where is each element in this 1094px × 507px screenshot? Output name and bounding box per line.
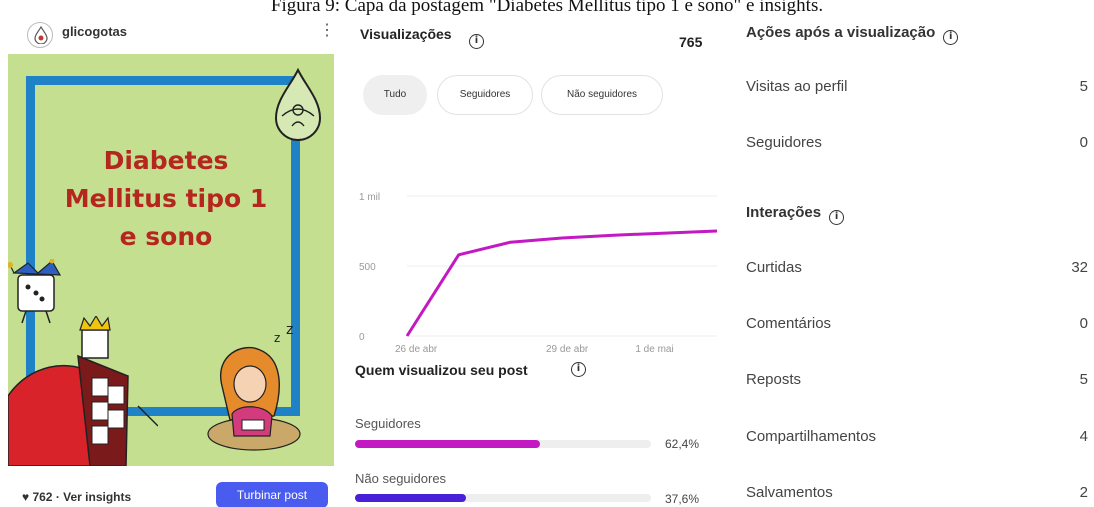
post-cover-image[interactable]: Diabetes Mellitus tipo 1 e sono z z <box>8 54 334 466</box>
followers-bar-label: Seguidores <box>355 416 421 431</box>
drop-logo-icon <box>34 26 48 44</box>
comments-label: Comentários <box>746 315 832 332</box>
cover-title-line: e sono <box>119 222 213 251</box>
avatar[interactable] <box>27 22 53 48</box>
post-footer: ♥ 762 · Ver insights Turbinar post <box>0 468 340 507</box>
new-followers-value: 0 <box>1079 134 1088 151</box>
non-followers-bar-label: Não seguidores <box>355 471 447 486</box>
likes-value: 32 <box>1071 259 1088 276</box>
filter-all-chip[interactable]: Tudo <box>363 75 427 115</box>
comments-value: 0 <box>1079 315 1088 332</box>
profile-visits-value: 5 <box>1079 78 1088 95</box>
x-tick-label: 26 de abr <box>395 344 438 355</box>
saves-label: Salvamentos <box>746 484 833 501</box>
y-tick-label: 1 mil <box>359 192 380 203</box>
non-followers-bar-track <box>355 494 651 502</box>
cover-title-line: Mellitus tipo 1 <box>64 184 268 213</box>
interactions-section-title: Interações <box>746 204 822 221</box>
followers-bar-fill <box>355 440 540 448</box>
followers-bar-track <box>355 440 651 448</box>
who-viewed-title: Quem visualizou seu post <box>355 362 528 378</box>
post-header: glicogotas ⋮ <box>0 16 340 54</box>
glicogotas-logo-icon <box>274 68 322 141</box>
filter-non-followers-chip[interactable]: Não seguidores <box>541 75 663 115</box>
cover-title-line: Diabetes <box>103 146 229 175</box>
post-panel: glicogotas ⋮ Diabetes Mellitus tipo 1 e … <box>0 16 340 507</box>
svg-text:z: z <box>274 331 280 345</box>
views-series-line <box>405 229 717 337</box>
interactions-section-header: Interações i <box>746 204 845 225</box>
followers-bar-percent: 62,4% <box>665 437 700 451</box>
saves-value: 2 <box>1079 484 1088 501</box>
sleeping-girl-illustration: z z <box>207 324 301 451</box>
svg-text:z: z <box>286 324 293 338</box>
insights-panel: Ações após a visualização i Visitas ao pe… <box>722 16 1094 507</box>
king-card-illustration <box>8 316 158 466</box>
non-followers-bar-percent: 37,6% <box>665 492 700 506</box>
likes-insights-link[interactable]: ♥ 762 · Ver insights <box>22 490 131 504</box>
y-tick-label: 0 <box>359 332 365 343</box>
x-tick-label: 29 de abr <box>546 344 589 355</box>
views-panel: Visualizações i 765 Tudo Seguidores Não … <box>345 16 717 507</box>
x-tick-label: 1 de mai <box>635 344 673 355</box>
info-icon[interactable]: i <box>829 210 845 225</box>
profile-visits-label: Visitas ao perfil <box>746 78 848 95</box>
new-followers-label: Seguidores <box>746 134 822 151</box>
views-title: Visualizações <box>360 26 452 42</box>
views-count: 765 <box>679 34 703 50</box>
more-vertical-icon[interactable]: ⋮ <box>319 20 335 40</box>
y-tick-label: 500 <box>359 262 376 273</box>
views-line-chart: 0 500 1 mil 26 de abr 29 de abr 1 de mai <box>359 192 717 355</box>
actions-section-header: Ações após a visualização i <box>746 24 959 45</box>
username[interactable]: glicogotas <box>62 24 127 39</box>
actions-section-title: Ações após a visualização <box>746 24 936 41</box>
info-icon[interactable]: i <box>571 362 586 377</box>
likes-label: Curtidas <box>746 259 802 276</box>
shares-label: Compartilhamentos <box>746 428 877 445</box>
boost-post-button[interactable]: Turbinar post <box>216 482 328 507</box>
filter-followers-chip[interactable]: Seguidores <box>437 75 533 115</box>
shares-value: 4 <box>1079 428 1088 445</box>
info-icon[interactable]: i <box>469 34 484 49</box>
cover-title: Diabetes Mellitus tipo 1 e sono <box>40 142 292 256</box>
reposts-value: 5 <box>1079 371 1088 388</box>
non-followers-bar-fill <box>355 494 467 502</box>
info-icon[interactable]: i <box>943 30 959 45</box>
reposts-label: Reposts <box>746 371 802 388</box>
